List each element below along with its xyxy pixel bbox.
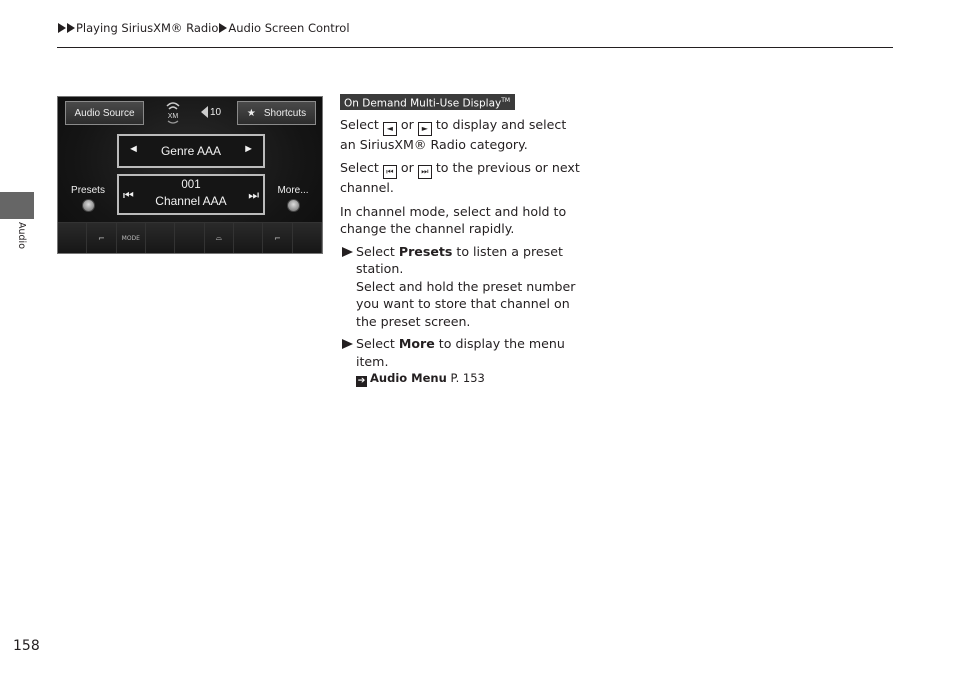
seat-heater-icon: ⌐	[87, 223, 117, 253]
paragraph-channel: Select ⏮ or ⏭ to the previous or next ch…	[340, 159, 580, 197]
presets-control: Presets	[68, 185, 108, 212]
siriusxm-signal-icon: XM	[163, 100, 183, 126]
skip-back-icon: ⏮	[382, 165, 397, 179]
section-tab-label: Audio	[16, 222, 27, 250]
presets-label: Presets	[71, 185, 105, 196]
text: Select	[340, 160, 379, 175]
bullet-arrow-icon	[342, 246, 353, 257]
section-badge: On Demand Multi-Use DisplayTM	[340, 93, 516, 110]
more-label: More...	[277, 185, 309, 196]
speaker-icon	[201, 106, 208, 118]
ref-title: Audio Menu	[370, 371, 447, 385]
right-arrow-icon: ►	[417, 121, 432, 136]
recirculation-car-icon: ⌓	[204, 223, 234, 253]
cross-reference-link[interactable]: ➔ Audio Menu P. 153	[356, 370, 580, 388]
page-number: 158	[13, 638, 40, 654]
trademark: TM	[501, 96, 511, 104]
paragraph-hold: In channel mode, select and hold to chan…	[340, 203, 567, 237]
seat-heater-icon: ⌐	[263, 223, 293, 253]
breadcrumb-arrow-icon	[58, 23, 66, 33]
badge-text: On Demand Multi-Use Display	[344, 97, 502, 109]
channel-name: Channel AAA	[155, 194, 227, 208]
bold-term: More	[398, 336, 435, 351]
genre-panel: ◄ Genre AAA ►	[117, 134, 265, 168]
more-knob-icon	[286, 199, 300, 212]
text: Select	[356, 243, 399, 259]
reference-arrow-icon: ➔	[356, 376, 367, 387]
svg-text:XM: XM	[168, 113, 179, 120]
star-icon: ★	[246, 107, 256, 119]
bullet-presets: Select Presets to listen a preset statio…	[340, 243, 580, 331]
bold-term: Presets	[398, 243, 453, 259]
mode-fan-icon: MODE	[116, 223, 146, 253]
text: Select	[340, 116, 379, 132]
channel-panel: ⏮ 001 Channel AAA ⏭	[117, 174, 265, 215]
text: Select	[356, 336, 399, 351]
breadcrumb: Playing SiriusXM® Radio Audio Screen Cont…	[58, 21, 350, 35]
bar-cell	[175, 223, 205, 253]
text: or	[400, 116, 414, 132]
more-control: More...	[272, 185, 314, 212]
mode-label: MODE	[121, 234, 140, 242]
section-tab-marker	[0, 192, 34, 219]
ref-page: P. 153	[450, 371, 485, 385]
breadcrumb-item[interactable]: Audio Screen Control	[228, 21, 349, 35]
shortcuts-button: ★ Shortcuts	[237, 101, 316, 125]
bullet-more: Select More to display the menu item. ➔ A…	[340, 335, 580, 388]
shortcuts-label: Shortcuts	[263, 107, 307, 119]
paragraph-category: Select ◄ or ► to display and select an S…	[340, 116, 580, 154]
bar-cell	[58, 223, 88, 253]
volume-level: 10	[210, 106, 222, 118]
text: or	[400, 160, 414, 175]
bar-cell	[233, 223, 264, 253]
notes-column: On Demand Multi-Use DisplayTM Select ◄ o…	[340, 93, 580, 388]
text: Select and hold the preset number you wa…	[356, 278, 576, 329]
left-arrow-icon: ◄	[382, 121, 397, 136]
genre-label: Genre AAA	[160, 144, 222, 158]
breadcrumb-arrow-icon	[67, 23, 75, 33]
breadcrumb-arrow-icon	[219, 23, 228, 33]
presets-knob-icon	[81, 199, 95, 212]
header-divider	[57, 47, 893, 48]
climate-bar: ⌐ MODE ⌓ ⌐	[58, 222, 322, 253]
genre-next-icon: ►	[243, 143, 254, 155]
bullet-arrow-icon	[342, 339, 353, 349]
audio-source-button: Audio Source	[65, 101, 144, 125]
skip-forward-icon: ⏭	[417, 165, 432, 179]
skip-forward-icon: ⏭	[248, 188, 259, 202]
channel-number: 001	[181, 179, 201, 191]
bar-cell	[292, 223, 322, 253]
bar-cell	[145, 223, 176, 253]
audio-screen-illustration: Audio Source XM 10 ★ Shortcuts ◄ Genre AA…	[57, 96, 323, 254]
volume-indicator: 10	[201, 106, 221, 118]
breadcrumb-item[interactable]: Playing SiriusXM® Radio	[76, 21, 218, 35]
